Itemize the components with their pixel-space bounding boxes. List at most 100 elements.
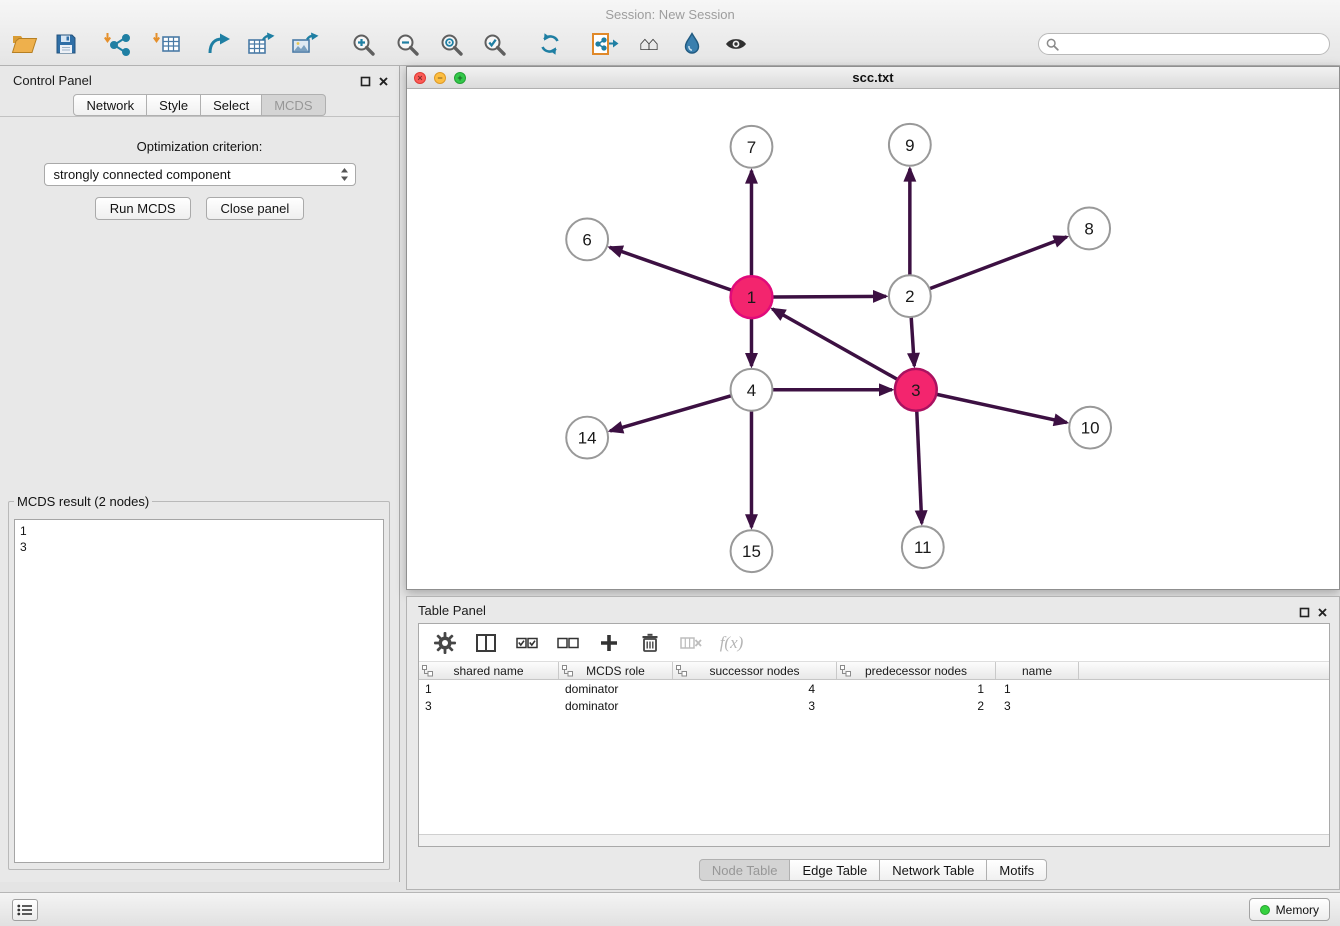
table-cell[interactable]: 1	[419, 680, 559, 697]
float-panel-icon[interactable]	[357, 73, 373, 89]
task-history-icon[interactable]	[12, 899, 38, 921]
graph-node-2[interactable]: 2	[889, 275, 931, 317]
graph-edge-2-3[interactable]	[911, 317, 914, 366]
show-graphics-details-icon[interactable]	[720, 29, 752, 59]
column-type-icon	[422, 665, 433, 677]
import-table-icon[interactable]	[151, 29, 183, 59]
column-header-shared-name[interactable]: shared name	[419, 662, 559, 679]
close-table-panel-icon[interactable]	[1314, 604, 1330, 620]
delete-columns-icon[interactable]	[677, 629, 704, 656]
graph-node-8[interactable]: 8	[1068, 208, 1110, 250]
zoom-fit-icon[interactable]	[435, 29, 467, 59]
table-panel-title: Table Panel	[418, 603, 486, 618]
control-panel-title: Control Panel	[13, 73, 92, 88]
optimization-criterion-label: Optimization criterion:	[0, 139, 399, 154]
column-header-successor-nodes[interactable]: successor nodes	[673, 662, 837, 679]
first-neighbors-icon[interactable]: ⌂⌂	[631, 29, 663, 59]
table-cell[interactable]: 1	[837, 680, 996, 697]
network-canvas[interactable]: 7 9 6 8 1 2 4 3 14 10 15 11	[407, 89, 1339, 589]
graph-node-11[interactable]: 11	[902, 526, 944, 568]
delete-rows-trash-icon[interactable]	[636, 629, 663, 656]
mcds-result-line: 3	[20, 539, 378, 555]
vizmap-icon[interactable]	[676, 29, 708, 59]
run-mcds-button[interactable]: Run MCDS	[95, 197, 191, 220]
graph-node-1[interactable]: 1	[731, 276, 773, 318]
graph-node-15[interactable]: 15	[731, 530, 773, 572]
tab-network-table[interactable]: Network Table	[880, 859, 987, 881]
table-cell[interactable]: 3	[419, 697, 559, 714]
memory-label: Memory	[1276, 903, 1319, 917]
function-builder-icon[interactable]: f(x)	[718, 629, 745, 656]
graph-node-7[interactable]: 7	[731, 126, 773, 168]
add-row-icon[interactable]	[595, 629, 622, 656]
zoom-out-icon[interactable]	[391, 29, 423, 59]
open-session-icon[interactable]	[8, 29, 40, 59]
import-network-icon[interactable]	[102, 29, 134, 59]
graph-edge-2-8[interactable]	[929, 237, 1066, 289]
column-header-predecessor-nodes[interactable]: predecessor nodes	[837, 662, 996, 679]
graph-node-6[interactable]: 6	[566, 218, 608, 260]
network-graph[interactable]: 7 9 6 8 1 2 4 3 14 10 15 11	[407, 89, 1339, 589]
tab-style[interactable]: Style	[147, 94, 201, 116]
float-table-panel-icon[interactable]	[1296, 604, 1312, 620]
svg-text:15: 15	[742, 542, 761, 561]
insert-column-icon[interactable]	[472, 629, 499, 656]
tab-edge-table[interactable]: Edge Table	[790, 859, 880, 881]
table-cell[interactable]: 3	[673, 697, 837, 714]
graph-edge-4-14[interactable]	[610, 396, 731, 431]
export-image-icon[interactable]	[289, 29, 321, 59]
refresh-icon[interactable]	[534, 29, 566, 59]
mcds-result-list[interactable]: 1 3	[14, 519, 384, 863]
graph-edge-1-6[interactable]	[610, 247, 732, 290]
tab-network[interactable]: Network	[73, 94, 147, 116]
search-input[interactable]	[1038, 33, 1330, 55]
deselect-all-icon[interactable]	[554, 629, 581, 656]
graph-edge-3-11[interactable]	[917, 411, 922, 524]
export-table-icon[interactable]	[245, 29, 277, 59]
zoom-fit-glyph	[439, 32, 464, 57]
select-all-icon[interactable]	[513, 629, 540, 656]
graph-node-3[interactable]: 3	[895, 369, 937, 411]
column-label: shared name	[453, 664, 523, 678]
table-panel: Table Panel	[406, 596, 1340, 890]
table-cell[interactable]: dominator	[559, 697, 673, 714]
graph-edge-1-2[interactable]	[772, 296, 886, 297]
zoom-selected-icon[interactable]	[478, 29, 510, 59]
tab-motifs[interactable]: Motifs	[987, 859, 1047, 881]
memory-button[interactable]: Memory	[1249, 898, 1330, 921]
close-panel-icon[interactable]	[375, 73, 391, 89]
table-row[interactable]: 3 dominator 3 2 3	[419, 697, 1329, 714]
table-cell[interactable]: 2	[837, 697, 996, 714]
graph-edge-3-10[interactable]	[936, 394, 1067, 422]
tab-select[interactable]: Select	[201, 94, 262, 116]
table-settings-gear-icon[interactable]	[431, 629, 458, 656]
save-session-icon[interactable]	[50, 29, 82, 59]
table-cell[interactable]: 1	[996, 680, 1079, 697]
svg-text:1: 1	[747, 288, 756, 307]
delete-column-glyph	[679, 633, 703, 653]
graph-edge-3-1[interactable]	[772, 309, 897, 380]
criterion-dropdown[interactable]: strongly connected component	[44, 163, 356, 186]
zoom-in-icon[interactable]	[347, 29, 379, 59]
close-panel-button[interactable]: Close panel	[206, 197, 305, 220]
graph-node-14[interactable]: 14	[566, 417, 608, 459]
network-title: scc.txt	[407, 70, 1339, 85]
copy-current-view-icon[interactable]	[589, 29, 621, 59]
tab-mcds[interactable]: MCDS	[262, 94, 325, 116]
table-horizontal-scrollbar[interactable]	[419, 834, 1329, 846]
mcds-result-legend: MCDS result (2 nodes)	[14, 494, 152, 509]
graph-node-10[interactable]: 10	[1069, 407, 1111, 449]
column-header-mcds-role[interactable]: MCDS role	[559, 662, 673, 679]
export-network-icon[interactable]	[203, 29, 235, 59]
graph-node-9[interactable]: 9	[889, 124, 931, 166]
column-header-name[interactable]: name	[996, 662, 1079, 679]
svg-text:10: 10	[1081, 419, 1100, 438]
graph-node-4[interactable]: 4	[731, 369, 773, 411]
table-cell[interactable]: 4	[673, 680, 837, 697]
dropdown-stepper-icon	[340, 167, 349, 182]
table-cell[interactable]: dominator	[559, 680, 673, 697]
tab-node-table[interactable]: Node Table	[699, 859, 791, 881]
table-row[interactable]: 1 dominator 4 1 1	[419, 680, 1329, 697]
table-cell[interactable]: 3	[996, 697, 1079, 714]
network-frame-titlebar[interactable]: × − + scc.txt	[407, 67, 1339, 89]
